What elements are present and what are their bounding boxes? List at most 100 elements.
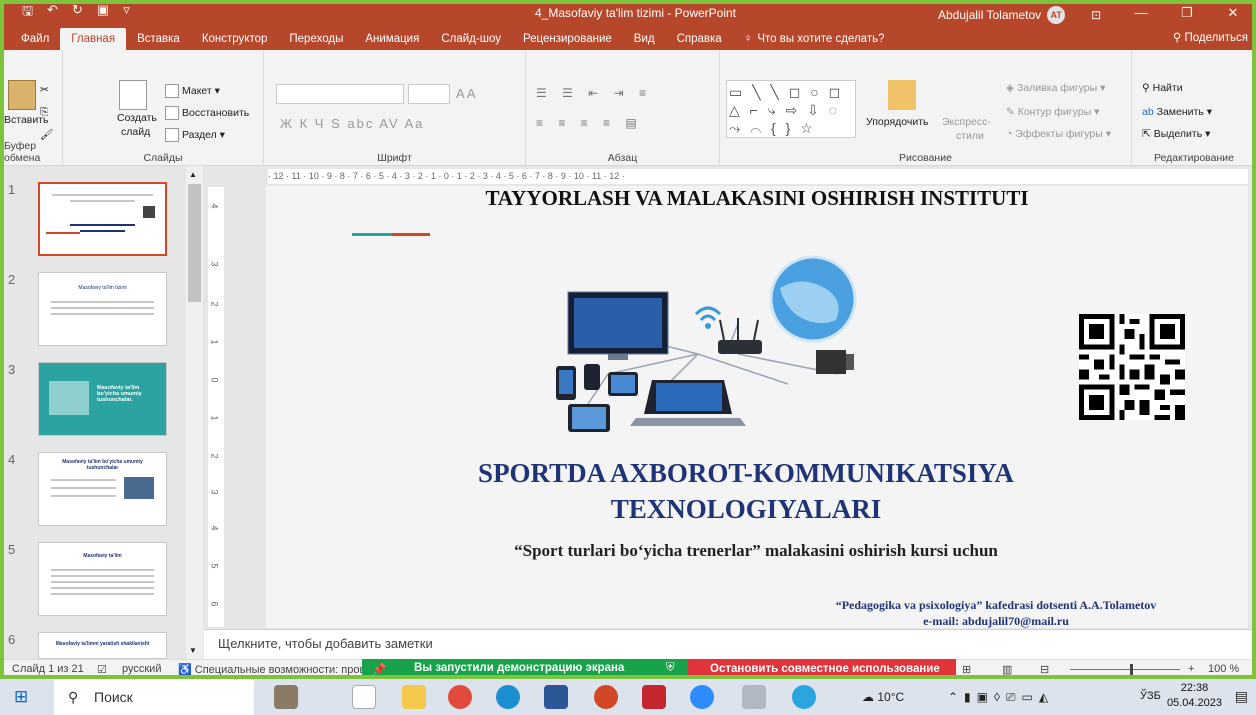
telegram-icon[interactable] <box>792 685 816 709</box>
tab-slideshow[interactable]: Слайд-шоу <box>430 33 512 50</box>
slide-thumbnail-2[interactable]: Masofaviy ta'lim tizimi <box>38 272 167 346</box>
institute-heading[interactable]: TAYYORLASH VA MALAKASINI OSHIRISH INSTIT… <box>266 186 1248 211</box>
slide-thumbnail-4[interactable]: Masofaviy ta'lim bo'yicha umumiy tushunc… <box>38 452 167 526</box>
reset-button[interactable]: Восстановить <box>165 106 249 120</box>
cut-icon[interactable]: ✂ <box>40 84 49 96</box>
replace-button[interactable]: ab Заменить ▾ <box>1142 106 1212 118</box>
tab-insert[interactable]: Вставка <box>126 33 191 50</box>
slide-thumbnail-3[interactable]: Masofaviy ta'lim bo'yicha umumiy tushunc… <box>38 362 167 436</box>
slide-thumbnail-6[interactable]: Masofaviy ta'limni yaratish shakllanishi <box>38 632 167 659</box>
section-button[interactable]: Раздел ▾ <box>165 128 225 142</box>
slide-sorter-icon[interactable]: ▥ <box>1002 663 1012 676</box>
tab-animations[interactable]: Анимация <box>354 33 430 50</box>
slide-thumbnail-5[interactable]: Masofaviy ta'lim <box>38 542 167 616</box>
ribbon-display-icon[interactable]: ⊡ <box>1091 8 1101 22</box>
tab-help[interactable]: Справка <box>666 33 733 50</box>
font-size-combo[interactable] <box>408 84 450 104</box>
font-size-buttons[interactable]: A A <box>456 86 476 101</box>
input-language[interactable]: ЎЗБ <box>1140 690 1161 702</box>
normal-view-icon[interactable]: ⊞ <box>962 663 971 676</box>
new-slide-button-2[interactable]: слайд <box>121 126 150 138</box>
ruler-tick: 3 <box>209 261 220 267</box>
weather-widget[interactable]: ☁ 10°C <box>862 690 904 704</box>
save-icon[interactable]: 🖫 <box>22 2 33 24</box>
tab-design[interactable]: Конструктор <box>191 33 279 50</box>
align-buttons[interactable]: ≡ ≡ ≡ ≡ ▤ <box>536 116 643 130</box>
taskbar-clock[interactable]: 22:38 05.04.2023 <box>1167 681 1222 711</box>
edge-icon[interactable] <box>496 685 520 709</box>
tab-file[interactable]: Файл <box>10 33 60 50</box>
tab-review[interactable]: Рецензирование <box>512 33 623 50</box>
shape-effects-button[interactable]: ◔ Эффекты фигуры ▾ <box>1006 128 1111 140</box>
zoom-slider-thumb[interactable] <box>1130 664 1133 675</box>
slide-thumbnail-1[interactable] <box>38 182 167 256</box>
network-devices-image[interactable] <box>548 254 878 434</box>
select-button[interactable]: ⇱ Выделить ▾ <box>1142 128 1210 140</box>
tell-me-search[interactable]: ♀ Что вы хотите сделать? <box>733 33 896 50</box>
chevron-down-icon[interactable]: ▿ <box>123 2 130 24</box>
reading-view-icon[interactable]: ⊟ <box>1040 663 1049 676</box>
new-slide-button[interactable]: Создать <box>117 112 157 124</box>
quick-styles-button[interactable]: Экспресс- <box>942 116 991 128</box>
paste-icon[interactable] <box>8 80 36 110</box>
slide-subtitle[interactable]: “Sport turlari bo‘yicha trenerlar” malak… <box>416 541 1096 561</box>
windows-start-icon[interactable]: ⊞ <box>14 687 28 707</box>
tab-view[interactable]: Вид <box>623 33 666 50</box>
font-format-buttons[interactable]: Ж К Ч S abc AV Aa <box>280 116 424 131</box>
zoom-slider[interactable] <box>1070 664 1180 675</box>
notes-pane[interactable]: Щелкните, чтобы добавить заметки <box>204 629 1256 659</box>
qr-code[interactable] <box>1078 314 1186 420</box>
document-title: 4_Masofaviy ta'lim tizimi - PowerPoint <box>535 6 737 20</box>
search-icon: ⚲ <box>68 689 79 705</box>
chrome-icon[interactable] <box>448 685 472 709</box>
redo-icon[interactable]: ↻ <box>72 2 83 24</box>
tab-home[interactable]: Главная <box>60 28 127 50</box>
zoom-in-icon[interactable]: + <box>1188 663 1194 675</box>
scrollbar-thumb[interactable] <box>188 184 201 302</box>
zoom-app-icon[interactable] <box>690 685 714 709</box>
current-slide[interactable]: TAYYORLASH VA MALAKASINI OSHIRISH INSTIT… <box>266 186 1248 628</box>
task-view-icon[interactable] <box>352 685 376 709</box>
shape-fill-button[interactable]: ◈ Заливка фигуры ▾ <box>1006 82 1105 94</box>
taskbar-search[interactable]: ⚲ Поиск <box>54 679 254 715</box>
maximize-icon[interactable]: ❐ <box>1164 0 1210 26</box>
scroll-up-icon[interactable]: ▲ <box>189 170 197 179</box>
thumbnail-scrollbar[interactable]: ▲ ▼ <box>186 166 203 659</box>
account[interactable]: Abdujalil Tolametov AT ⊡ <box>938 6 1101 24</box>
system-tray-icons[interactable]: ⌃▮▣◊⎚▭◭ <box>948 690 1054 705</box>
email-line[interactable]: e-mail: abdujalil70@mail.ru <box>766 614 1226 628</box>
undo-icon[interactable]: ↶ <box>47 2 58 24</box>
list-buttons[interactable]: ☰ ☰ ⇤ ⇥ ≡ <box>536 86 652 100</box>
share-button[interactable]: ⚲ Поделиться <box>1173 30 1248 44</box>
language-indicator[interactable]: русский <box>122 663 161 675</box>
close-icon[interactable]: ✕ <box>1210 0 1256 26</box>
shape-outline-button[interactable]: ✎ Контур фигуры ▾ <box>1006 106 1099 118</box>
copy-icon[interactable]: ⎘ <box>40 106 48 119</box>
notification-icon[interactable]: ▤ <box>1235 688 1248 705</box>
zoom-level[interactable]: 100 % <box>1208 663 1239 675</box>
arrange-button[interactable]: Упорядочить <box>866 116 928 128</box>
scroll-down-icon[interactable]: ▼ <box>189 646 197 655</box>
accessibility-status[interactable]: ♿ Специальные возможности: прове <box>178 663 371 676</box>
arrange-icon[interactable] <box>888 80 916 110</box>
paint-icon[interactable] <box>742 685 766 709</box>
find-button[interactable]: ⚲ Найти <box>1142 82 1183 94</box>
layout-button[interactable]: Макет ▾ <box>165 84 220 98</box>
powerpoint-icon[interactable] <box>594 685 618 709</box>
spellcheck-icon[interactable]: ☑ <box>97 663 107 676</box>
minimize-icon[interactable]: — <box>1118 0 1164 26</box>
shapes-gallery[interactable]: ▭ ╲ ╲ ◻ ○ ◻ △ ⌐ ⤷ ⇨ ⇩ ◌ ⤳ ⌒ { } ☆ <box>726 80 856 138</box>
quick-styles-button-2[interactable]: стили <box>956 130 984 142</box>
word-icon[interactable] <box>544 685 568 709</box>
new-slide-icon[interactable] <box>119 80 147 110</box>
author-line[interactable]: “Pedagogika va psixologiya” kafedrasi do… <box>766 598 1226 613</box>
tab-transitions[interactable]: Переходы <box>278 33 354 50</box>
stop-sharing-button[interactable]: Остановить совместное использование <box>688 659 956 679</box>
slide-title-line-2[interactable]: TEXNOLOGIYALARI <box>366 492 1126 526</box>
avatar[interactable]: AT <box>1047 6 1066 24</box>
present-icon[interactable]: ▣ <box>97 2 109 24</box>
font-name-combo[interactable] <box>276 84 404 104</box>
file-explorer-icon[interactable] <box>402 685 426 709</box>
slide-title-line-1[interactable]: SPORTDA AXBOROT-KOMMUNIKATSIYA <box>366 456 1126 490</box>
acrobat-icon[interactable] <box>642 685 666 709</box>
